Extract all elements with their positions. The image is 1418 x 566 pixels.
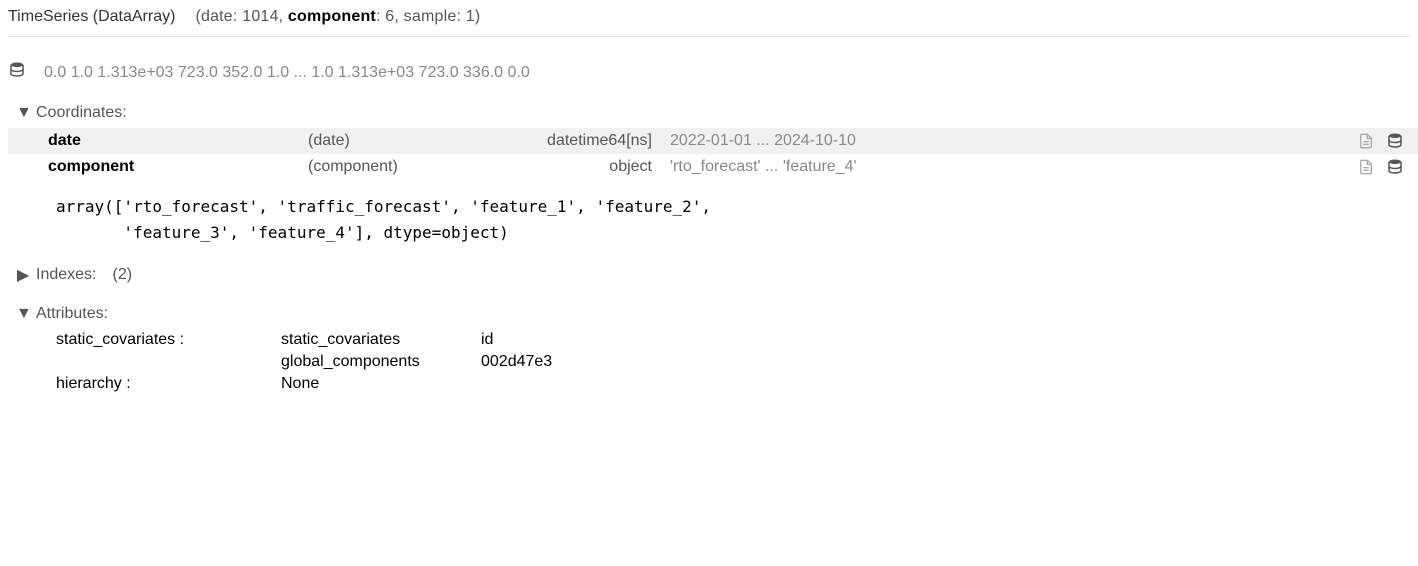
indexes-disclosure[interactable]: ▶ Indexes: (2)	[16, 265, 1410, 285]
data-preview-values: 0.0 1.0 1.313e+03 723.0 352.0 1.0 ... 1.…	[44, 64, 530, 82]
coord-values-preview: 'rto_forecast' ... 'feature_4'	[670, 158, 1358, 176]
caret-right-icon: ▶	[16, 265, 30, 285]
attributes-disclosure[interactable]: ▼ Attributes:	[16, 305, 1410, 323]
coord-dim: (date)	[308, 132, 474, 150]
coordinates-label: Coordinates:	[36, 104, 127, 122]
document-icon[interactable]	[1358, 158, 1374, 176]
dims-summary: (date: 1014, component: 6, sample: 1)	[195, 8, 480, 26]
coord-dtype: object	[474, 158, 670, 176]
coord-name: component	[48, 158, 308, 176]
object-title: TimeSeries (DataArray)	[8, 8, 175, 26]
caret-down-icon: ▼	[16, 305, 30, 323]
indexes-count: (2)	[112, 266, 132, 284]
attr-col2: id	[481, 331, 1410, 349]
attr-value: None	[281, 375, 481, 393]
coordinates-disclosure[interactable]: ▼ Coordinates:	[16, 104, 1410, 122]
attr-col1: static_covariates	[281, 331, 481, 349]
coord-dim: (component)	[308, 158, 474, 176]
caret-down-icon: ▼	[16, 104, 30, 122]
database-icon[interactable]	[1386, 132, 1404, 150]
attr-col1: global_components	[281, 353, 481, 371]
attr-key: hierarchy :	[56, 375, 281, 393]
attr-col2: 002d47e3	[481, 353, 1410, 371]
attr-key: static_covariates :	[56, 331, 281, 349]
database-icon[interactable]	[1386, 158, 1404, 176]
coord-row-component: component (component) object 'rto_foreca…	[8, 154, 1418, 180]
component-array-repr: array(['rto_forecast', 'traffic_forecast…	[16, 180, 1410, 245]
coord-dtype: datetime64[ns]	[474, 132, 670, 150]
coord-name: date	[48, 132, 308, 150]
data-preview-row: 0.0 1.0 1.313e+03 723.0 352.0 1.0 ... 1.…	[8, 57, 1410, 84]
indexes-label: Indexes:	[36, 266, 96, 284]
attr-row-hierarchy: hierarchy : None	[16, 373, 1410, 395]
database-icon[interactable]	[8, 61, 26, 84]
dataarray-header: TimeSeries (DataArray) (date: 1014, comp…	[8, 8, 1410, 37]
document-icon[interactable]	[1358, 132, 1374, 150]
attributes-label: Attributes:	[36, 305, 108, 323]
coord-values-preview: 2022-01-01 ... 2024-10-10	[670, 132, 1358, 150]
attr-row-static-covariates: static_covariates : static_covariates id	[16, 329, 1410, 351]
attr-row-static-covariates-cont: global_components 002d47e3	[16, 351, 1410, 373]
coord-row-date: date (date) datetime64[ns] 2022-01-01 ..…	[8, 128, 1418, 154]
